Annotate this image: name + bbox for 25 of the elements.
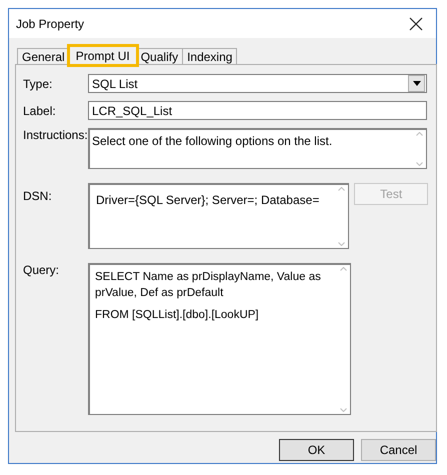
- chevron-up-icon[interactable]: [338, 187, 345, 191]
- field-label: DSN:: [23, 188, 53, 203]
- close-icon[interactable]: [409, 16, 423, 30]
- field-label: Type:: [23, 76, 54, 90]
- field-label: Instructions:: [23, 128, 88, 142]
- field-label: Query:: [23, 263, 60, 277]
- dsn-field[interactable]: Driver={SQL Server}; Server=; Database=: [88, 183, 350, 249]
- tab[interactable]: Prompt UI: [68, 46, 137, 65]
- tab[interactable]: Indexing: [182, 48, 238, 64]
- chevron-down-icon[interactable]: [338, 242, 345, 246]
- query-field[interactable]: SELECT Name as prDisplayName, Value as prValue, Def as prDefault FROM [SQLList].[dbo].[LookUP]: [88, 263, 351, 415]
- dialog-button[interactable]: Cancel: [361, 439, 436, 461]
- chevron-up-icon[interactable]: [416, 132, 422, 136]
- query-line: FROM [SQLList].[dbo].[LookUP]: [95, 308, 260, 323]
- window-title: Job Property: [16, 16, 84, 30]
- field-label: Label:: [23, 104, 57, 118]
- chevron-up-icon[interactable]: [340, 267, 346, 271]
- instructions-field[interactable]: Select one of the following options on the list.: [88, 128, 427, 169]
- query-line: SELECT Name as prDisplayName, Value as prValue, Def as prDefault: [95, 270, 322, 301]
- tab[interactable]: General: [17, 48, 70, 64]
- chevron-down-icon[interactable]: [340, 408, 346, 412]
- label-field[interactable]: LCR_SQL_List: [88, 101, 427, 120]
- chevron-down-icon[interactable]: [416, 162, 422, 166]
- dialog-button[interactable]: OK: [279, 439, 354, 461]
- type-dropdown[interactable]: SQL List: [88, 74, 427, 93]
